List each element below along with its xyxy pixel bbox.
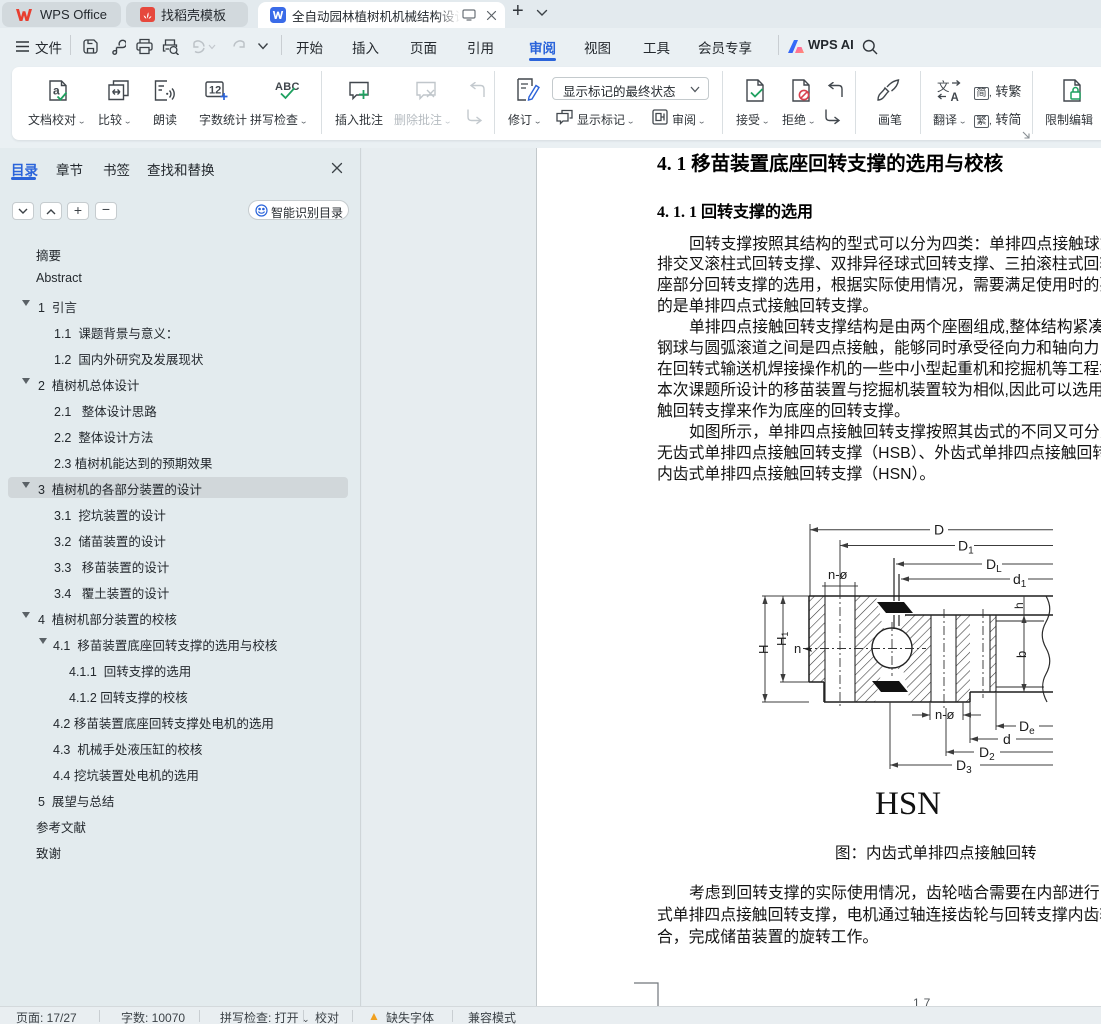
svg-text:h: h [1012,602,1026,609]
svg-text:a: a [53,84,60,98]
svg-text:D3: D3 [956,757,972,776]
svg-text:12: 12 [209,85,221,97]
svg-text:b: b [1014,651,1029,658]
svg-text:d: d [1003,731,1011,747]
svg-text:ABC: ABC [275,81,300,93]
svg-text:De: De [1019,718,1035,737]
svg-text:n-ø: n-ø [828,567,848,582]
svg-text:A: A [951,92,959,102]
svg-text:H: H [756,645,771,654]
svg-text:n-ø: n-ø [935,707,955,722]
svg-text:DL: DL [986,556,1002,575]
svg-text:d1: d1 [1013,571,1027,590]
svg-text:文: 文 [937,79,950,94]
svg-text:HSN: HSN [875,786,941,822]
svg-text:D2: D2 [979,744,995,763]
svg-text:D1: D1 [958,538,974,557]
svg-text:D: D [934,522,944,538]
svg-text:H1: H1 [774,632,790,646]
svg-text:n: n [794,641,801,656]
